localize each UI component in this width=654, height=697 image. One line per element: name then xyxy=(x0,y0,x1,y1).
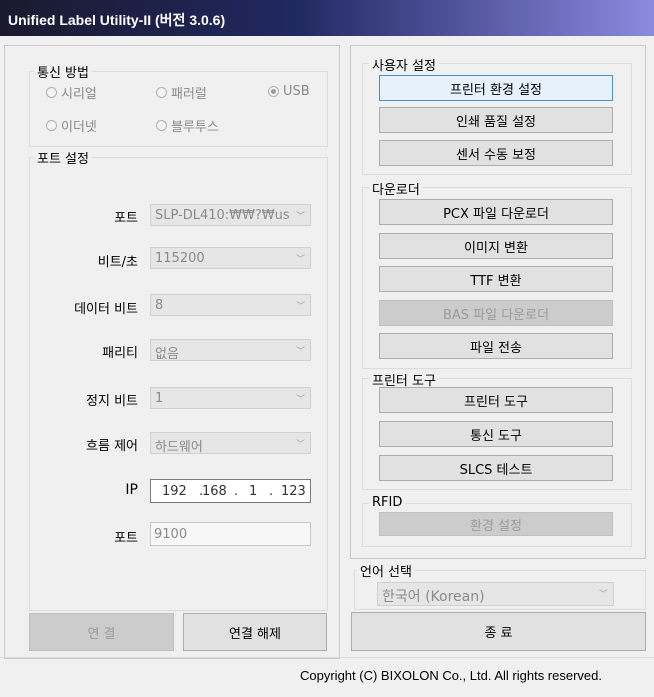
ip-label: IP xyxy=(125,482,138,498)
rfid-label: RFID xyxy=(369,495,406,510)
printer-env-button[interactable]: 프린터 환경 설정 xyxy=(379,75,613,101)
bas-downloader-button[interactable]: BAS 파일 다운로더 xyxy=(379,300,613,326)
chevron-down-icon: ﹀ xyxy=(295,212,305,222)
title-bar[interactable]: Unified Label Utility-II (버전 3.0.6) xyxy=(0,0,654,36)
chevron-down-icon: ﹀ xyxy=(295,440,305,450)
comm-tool-button[interactable]: 통신 도구 xyxy=(379,421,613,447)
image-convert-button[interactable]: 이미지 변환 xyxy=(379,233,613,259)
radio-serial[interactable]: 시리얼 xyxy=(46,83,97,102)
chevron-down-icon: ﹀ xyxy=(295,395,305,405)
ip-octet-2[interactable]: 168 xyxy=(202,484,227,499)
ip-dot: . xyxy=(234,484,239,499)
flow-label: 흐름 제어 xyxy=(86,439,138,454)
port-label: 포트 xyxy=(114,211,138,226)
sensor-calibration-button[interactable]: 센서 수동 보정 xyxy=(379,140,613,166)
radio-circle-icon xyxy=(46,87,57,98)
tcp-port-label: 포트 xyxy=(114,531,138,546)
radio-selected-icon xyxy=(268,86,279,97)
connect-button[interactable]: 연 결 xyxy=(29,613,174,651)
baud-select[interactable]: 115200 ﹀ xyxy=(150,247,311,269)
user-settings-label: 사용자 설정 xyxy=(369,55,439,74)
radio-bluetooth[interactable]: 블루투스 xyxy=(156,116,219,135)
disconnect-button[interactable]: 연결 해제 xyxy=(183,613,327,651)
ip-octet-3[interactable]: 1 xyxy=(249,484,257,499)
language-label: 언어 선택 xyxy=(357,561,415,580)
file-transfer-button[interactable]: 파일 전송 xyxy=(379,333,613,359)
window-title: Unified Label Utility-II (버전 3.0.6) xyxy=(8,12,226,28)
copyright-text: Copyright (C) BIXOLON Co., Ltd. All righ… xyxy=(300,668,602,683)
baud-label: 비트/초 xyxy=(97,255,138,270)
flow-select[interactable]: 하드웨어 ﹀ xyxy=(150,432,311,455)
tcp-port-input[interactable]: 9100 xyxy=(150,522,311,546)
ip-address-input[interactable]: 192 . 168 . 1 . 123 xyxy=(150,479,311,503)
radio-circle-icon xyxy=(156,120,167,131)
radio-circle-icon xyxy=(156,87,167,98)
ip-octet-1[interactable]: 192 xyxy=(162,484,187,499)
footer-divider xyxy=(0,657,654,658)
stopbits-select[interactable]: 1 ﹀ xyxy=(150,387,311,409)
exit-button[interactable]: 종 료 xyxy=(351,612,646,651)
port-select[interactable]: SLP-DL410:₩₩?₩us ﹀ xyxy=(150,204,311,226)
ttf-convert-button[interactable]: TTF 변환 xyxy=(379,266,613,292)
language-select[interactable]: 한국어 (Korean) ﹀ xyxy=(377,582,614,606)
print-quality-button[interactable]: 인쇄 품질 설정 xyxy=(379,107,613,133)
radio-usb[interactable]: USB xyxy=(268,84,310,99)
port-settings-label: 포트 설정 xyxy=(34,148,92,167)
pcx-downloader-button[interactable]: PCX 파일 다운로더 xyxy=(379,199,613,225)
printer-tool-button[interactable]: 프린터 도구 xyxy=(379,387,613,413)
radio-circle-icon xyxy=(46,120,57,131)
comm-method-label: 통신 방법 xyxy=(34,62,92,81)
parity-select[interactable]: 없음 ﹀ xyxy=(150,339,311,362)
radio-parallel[interactable]: 패러럴 xyxy=(156,83,207,102)
chevron-down-icon: ﹀ xyxy=(295,255,305,265)
ip-octet-4[interactable]: 123 xyxy=(281,484,306,499)
chevron-down-icon: ﹀ xyxy=(598,590,608,600)
downloader-label: 다운로더 xyxy=(369,179,423,198)
slcs-test-button[interactable]: SLCS 테스트 xyxy=(379,455,613,481)
chevron-down-icon: ﹀ xyxy=(295,347,305,357)
rfid-env-button[interactable]: 환경 설정 xyxy=(379,512,613,536)
stopbits-label: 정지 비트 xyxy=(86,394,138,409)
databits-select[interactable]: 8 ﹀ xyxy=(150,294,311,316)
ip-dot: . xyxy=(269,484,274,499)
radio-ethernet[interactable]: 이더넷 xyxy=(46,116,97,135)
databits-label: 데이터 비트 xyxy=(74,302,138,317)
chevron-down-icon: ﹀ xyxy=(295,302,305,312)
parity-label: 패리티 xyxy=(102,346,138,361)
